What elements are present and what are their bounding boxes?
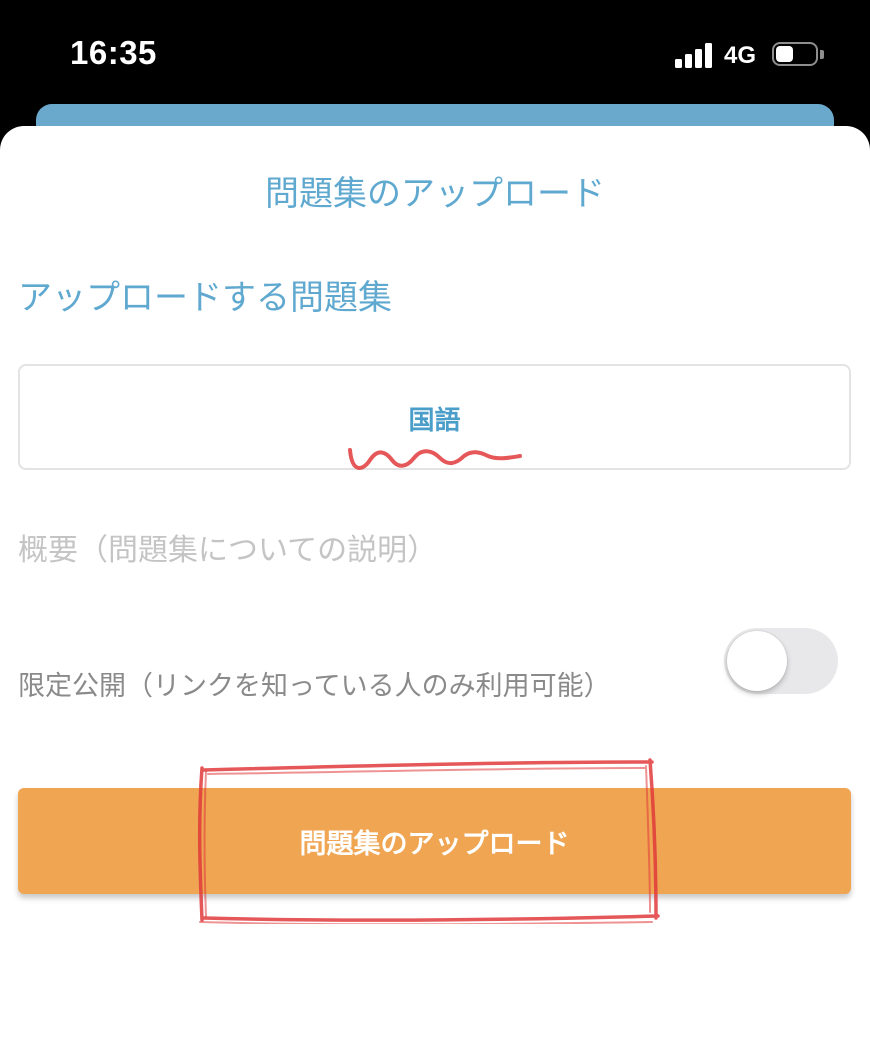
status-time: 16:35: [70, 34, 157, 71]
upload-button[interactable]: 問題集のアップロード: [18, 788, 851, 894]
limited-public-toggle[interactable]: [724, 628, 838, 694]
workbook-select[interactable]: 国語: [18, 364, 851, 470]
battery-icon: [772, 42, 824, 67]
upload-sheet: 問題集のアップロード アップロードする問題集 国語 限定公開（リンクを知っている…: [0, 126, 870, 1042]
network-type: 4G: [724, 42, 757, 69]
status-bar: 16:35 4G: [0, 0, 870, 110]
signal-strength-icon: [675, 42, 715, 68]
workbook-section-label: アップロードする問題集: [18, 278, 392, 318]
summary-input[interactable]: [18, 526, 851, 574]
sheet-title: 問題集のアップロード: [265, 174, 605, 214]
toggle-knob: [727, 631, 787, 691]
limited-public-label: 限定公開（リンクを知っている人のみ利用可能）: [18, 671, 611, 702]
selected-workbook: 国語: [408, 406, 461, 436]
